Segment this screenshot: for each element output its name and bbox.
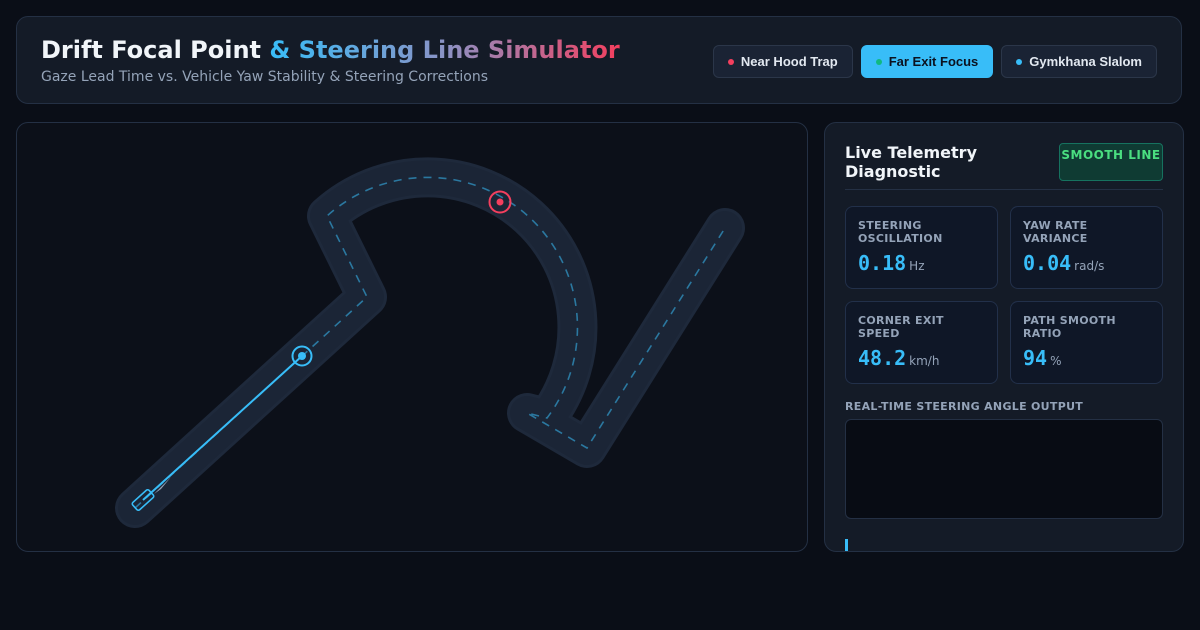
- telemetry-panel: Live Telemetry Diagnostic SMOOTH LINE ST…: [824, 122, 1184, 552]
- preset-gymkhana-slalom-button[interactable]: Gymkhana Slalom: [1001, 45, 1157, 78]
- far-exit-dot-icon: [875, 58, 882, 65]
- steering-section-label: REAL-TIME STEERING ANGLE OUTPUT: [845, 400, 1084, 413]
- preset-label: Gymkhana Slalom: [1029, 54, 1142, 69]
- title-accent: & Steering Line Simulator: [269, 36, 620, 64]
- preset-label: Far Exit Focus: [888, 54, 979, 69]
- preset-far-exit-focus-button[interactable]: Far Exit Focus: [860, 45, 994, 78]
- page-title: Drift Focal Point & Steering Line Simula…: [41, 36, 620, 64]
- metric-label: YAW RATE VARIANCE: [1023, 219, 1088, 245]
- metric-label: PATH SMOOTH RATIO: [1023, 314, 1116, 340]
- metric-value: 0.18: [858, 251, 907, 275]
- preset-near-hood-trap-button[interactable]: Near Hood Trap: [712, 45, 853, 78]
- metric-label: CORNER EXIT SPEED: [858, 314, 944, 340]
- metric-unit: rad/s: [1074, 259, 1105, 273]
- divider: [845, 189, 1163, 190]
- preset-label: Near Hood Trap: [740, 54, 838, 69]
- gymkhana-dot-icon: [1016, 58, 1023, 65]
- page-subtitle: Gaze Lead Time vs. Vehicle Yaw Stability…: [41, 69, 489, 85]
- app-header: Drift Focal Point & Steering Line Simula…: [16, 16, 1182, 104]
- metric-label: STEERING OSCILLATION: [858, 219, 943, 245]
- status-badge: SMOOTH LINE: [1059, 143, 1163, 181]
- metric-steering-oscillation: STEERING OSCILLATION 0.18 Hz: [845, 206, 998, 289]
- metric-unit: Hz: [909, 259, 925, 273]
- metric-path-smooth-ratio: PATH SMOOTH RATIO 94%: [1010, 301, 1163, 384]
- gaze-line: [142, 355, 303, 501]
- metric-unit: %: [1050, 354, 1062, 368]
- steering-indicator: [845, 539, 848, 551]
- metric-value: 48.2: [858, 346, 907, 370]
- track-surface: [118, 160, 742, 525]
- telemetry-title: Live Telemetry Diagnostic: [845, 143, 977, 181]
- metric-value: 0.04: [1023, 251, 1072, 275]
- steering-angle-graph: [845, 419, 1163, 519]
- preset-selector: Near Hood Trap Far Exit Focus Gymkhana S…: [712, 45, 1157, 78]
- near-hood-dot-icon: [727, 58, 734, 65]
- metric-yaw-rate-variance: YAW RATE VARIANCE 0.04 rad/s: [1010, 206, 1163, 289]
- track-map: [115, 157, 745, 528]
- metric-value: 94: [1023, 346, 1048, 370]
- track-canvas[interactable]: [16, 122, 808, 552]
- metric-unit: km/h: [909, 354, 940, 368]
- title-main: Drift Focal Point: [41, 36, 262, 64]
- metric-corner-exit-speed: CORNER EXIT SPEED 48.2 km/h: [845, 301, 998, 384]
